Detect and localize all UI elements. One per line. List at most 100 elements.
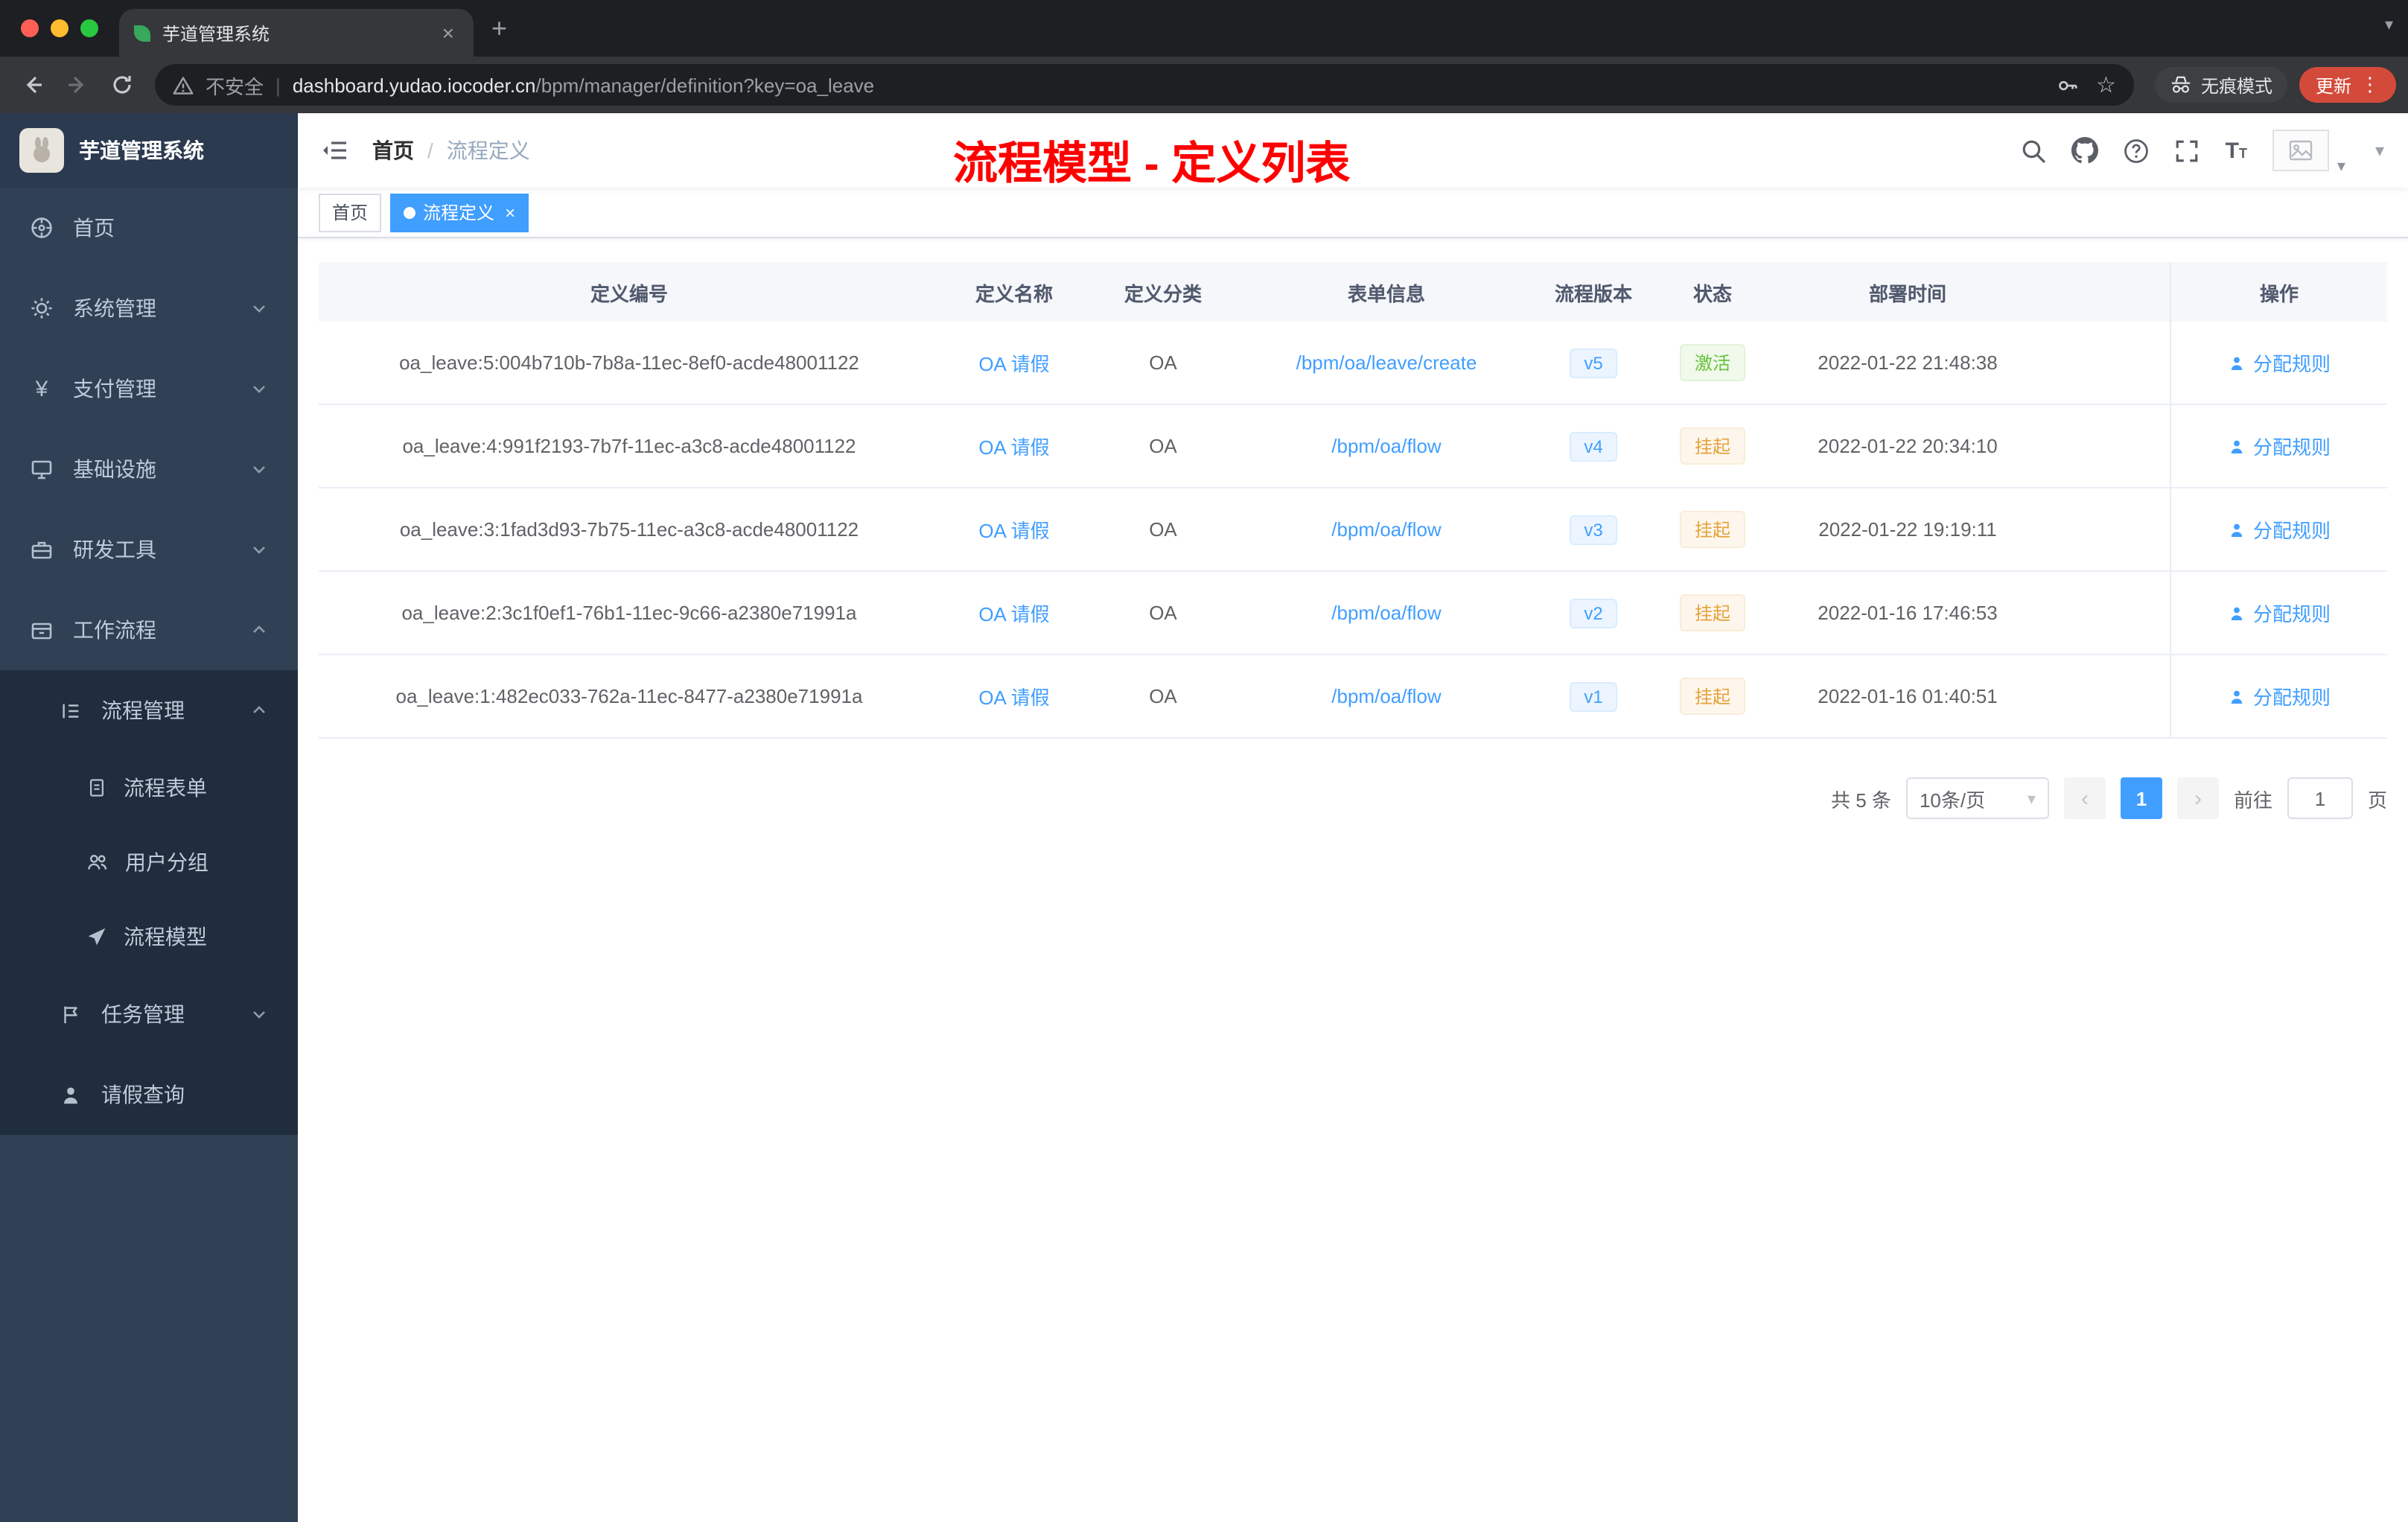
sidebar-item-payment[interactable]: ¥ 支付管理	[0, 348, 298, 429]
goto-label: 前往	[2233, 789, 2272, 811]
app-logo-row[interactable]: 芋道管理系统	[0, 113, 298, 188]
yen-icon: ¥	[35, 376, 48, 401]
tag-process-definition[interactable]: 流程定义 ×	[390, 193, 529, 232]
maximize-window-button[interactable]	[80, 19, 98, 37]
github-icon[interactable]	[2071, 137, 2099, 164]
sidebar-item-process-management[interactable]: 流程管理	[0, 670, 298, 751]
sidebar-item-label: 流程模型	[124, 925, 207, 949]
workflow-box-icon	[31, 623, 52, 640]
assign-rule-link[interactable]: 分配规则	[2228, 515, 2331, 544]
assign-rule-label: 分配规则	[2252, 353, 2331, 375]
password-key-icon[interactable]	[2056, 74, 2078, 96]
version-badge: v2	[1569, 598, 1618, 628]
definition-name-link[interactable]: OA 请假	[978, 603, 1049, 625]
gear-icon	[31, 298, 52, 319]
definition-name-link[interactable]: OA 请假	[978, 687, 1049, 709]
tab-close-icon[interactable]: ×	[438, 21, 459, 45]
current-page-button[interactable]: 1	[2120, 777, 2162, 819]
definition-id: oa_leave:3:1fad3d93-7b75-11ec-a3c8-acde4…	[399, 518, 859, 541]
chevron-up-icon	[253, 706, 265, 713]
page-size-select[interactable]: 10条/页 ▾	[1905, 777, 2049, 819]
assign-rule-link[interactable]: 分配规则	[2228, 348, 2331, 377]
new-tab-button[interactable]: +	[474, 7, 525, 57]
active-tag-dot	[404, 206, 416, 218]
app-title: 芋道管理系统	[79, 138, 204, 162]
breadcrumb-home[interactable]: 首页	[372, 136, 414, 165]
form-link[interactable]: /bpm/oa/leave/create	[1296, 351, 1477, 374]
minimize-window-button[interactable]	[51, 19, 69, 37]
sidebar-item-devtools[interactable]: 研发工具	[0, 509, 298, 590]
definition-table: 定义编号 定义名称 定义分类 表单信息 流程版本 状态 部署时间 操作 oa_l…	[319, 262, 2387, 739]
sidebar-item-label: 支付管理	[73, 377, 156, 401]
next-page-button[interactable]: ›	[2176, 777, 2219, 819]
search-icon[interactable]	[2022, 138, 2047, 163]
assign-rule-label: 分配规则	[2252, 520, 2331, 542]
definition-name-link[interactable]: OA 请假	[978, 520, 1049, 542]
sidebar-item-task-management[interactable]: 任务管理	[0, 974, 298, 1054]
header-edge-chevron-icon[interactable]: ▾	[2375, 140, 2384, 161]
document-icon	[89, 779, 104, 797]
forward-icon[interactable]	[57, 64, 98, 106]
menu-kebab-icon[interactable]: ⋮	[2360, 73, 2380, 97]
sidebar-item-workflow[interactable]: 工作流程	[0, 590, 298, 670]
sidebar-item-process-form[interactable]: 流程表单	[0, 751, 298, 825]
user-group-icon	[88, 855, 107, 870]
version-badge: v5	[1569, 348, 1618, 378]
help-question-icon[interactable]	[2124, 138, 2150, 163]
status-badge: 挂起	[1679, 594, 1745, 631]
definition-name-link[interactable]: OA 请假	[978, 353, 1049, 375]
broken-image-icon	[2289, 140, 2313, 161]
assign-rule-label: 分配规则	[2252, 687, 2331, 709]
page-title-annotation: 流程模型 - 定义列表	[953, 140, 1351, 189]
back-icon[interactable]	[12, 64, 54, 106]
tab-search-chevron-icon[interactable]: ▾	[2385, 15, 2393, 34]
sidebar-item-user-group[interactable]: 用户分组	[0, 825, 298, 899]
definition-category: OA	[1149, 602, 1177, 624]
status-badge: 激活	[1679, 344, 1745, 381]
font-size-icon[interactable]: TT	[2226, 139, 2247, 162]
tag-close-icon[interactable]: ×	[502, 202, 515, 223]
avatar-dropdown-caret-icon[interactable]: ▾	[2337, 156, 2345, 176]
sidebar-item-label: 首页	[73, 216, 115, 240]
definition-category: OA	[1149, 435, 1177, 457]
definition-name-link[interactable]: OA 请假	[978, 436, 1049, 459]
sidebar-item-leave-query[interactable]: 请假查询	[0, 1054, 298, 1135]
assign-rule-link[interactable]: 分配规则	[2228, 599, 2331, 627]
tag-label: 流程定义	[423, 203, 495, 223]
browser-tab[interactable]: 芋道管理系统 ×	[119, 9, 474, 57]
update-button[interactable]: 更新 ⋮	[2299, 67, 2396, 103]
sidebar-item-process-model[interactable]: 流程模型	[0, 899, 298, 974]
form-link[interactable]: /bpm/oa/flow	[1331, 435, 1441, 457]
sidebar-collapse-icon[interactable]	[322, 138, 348, 162]
sidebar-item-system[interactable]: 系统管理	[0, 268, 298, 348]
address-bar[interactable]: 不安全 | dashboard.yudao.iocoder.cn/bpm/man…	[155, 64, 2134, 106]
page-unit-label: 页	[2367, 789, 2387, 811]
version-badge: v3	[1569, 515, 1618, 544]
column-header: 操作	[2170, 262, 2387, 322]
goto-page-input[interactable]	[2287, 777, 2353, 819]
pagination: 共 5 条 10条/页 ▾ ‹ 1 › 前往 页	[319, 777, 2387, 819]
sidebar-item-label: 工作流程	[73, 618, 156, 642]
close-window-button[interactable]	[21, 19, 39, 37]
form-link[interactable]: /bpm/oa/flow	[1331, 518, 1441, 541]
reload-icon[interactable]	[101, 64, 143, 106]
browser-tab-strip: 芋道管理系统 × + ▾	[0, 0, 2408, 57]
tag-home[interactable]: 首页	[319, 193, 382, 232]
chevron-down-icon	[253, 466, 265, 474]
form-link[interactable]: /bpm/oa/flow	[1331, 602, 1441, 624]
paper-plane-icon	[88, 928, 106, 946]
definition-id: oa_leave:5:004b710b-7b8a-11ec-8ef0-acde4…	[399, 351, 859, 374]
table-row: oa_leave:1:482ec033-762a-11ec-8477-a2380…	[319, 655, 2387, 739]
column-header: 表单信息	[1347, 282, 1425, 305]
sidebar-item-home[interactable]: 首页	[0, 188, 298, 268]
bookmark-star-icon[interactable]: ☆	[2096, 71, 2116, 98]
assign-rule-link[interactable]: 分配规则	[2228, 432, 2331, 460]
fullscreen-icon[interactable]	[2175, 138, 2200, 163]
form-link[interactable]: /bpm/oa/flow	[1331, 685, 1441, 707]
url-text: dashboard.yudao.iocoder.cn/bpm/manager/d…	[293, 74, 874, 96]
sidebar-item-infrastructure[interactable]: 基础设施	[0, 429, 298, 509]
prev-page-button[interactable]: ‹	[2063, 777, 2106, 819]
user-avatar[interactable]: ▾	[2272, 130, 2345, 176]
assign-rule-link[interactable]: 分配规则	[2228, 682, 2331, 710]
sidebar-item-label: 研发工具	[73, 538, 156, 561]
